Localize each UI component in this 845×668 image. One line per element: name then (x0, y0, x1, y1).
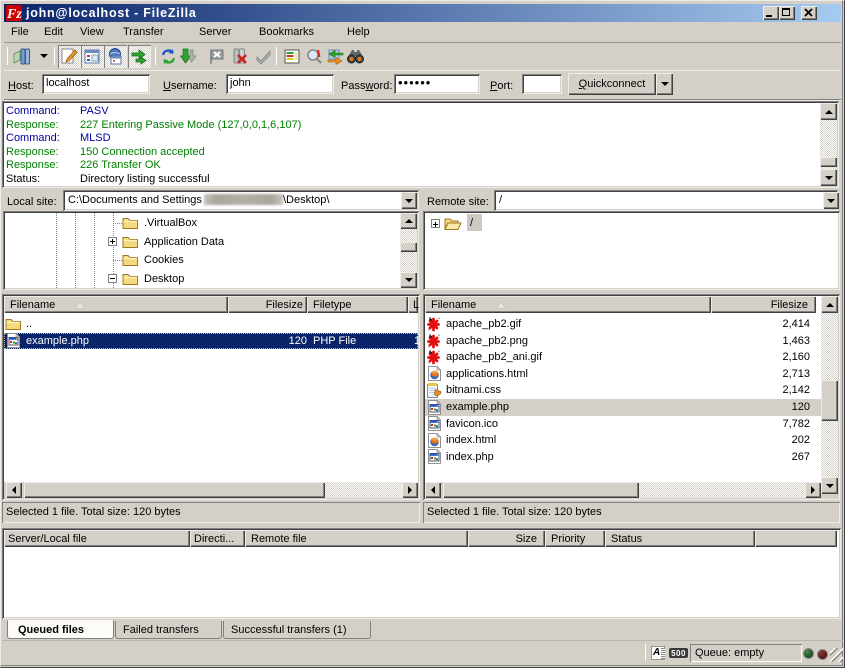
svg-text:Fz: Fz (6, 7, 22, 21)
